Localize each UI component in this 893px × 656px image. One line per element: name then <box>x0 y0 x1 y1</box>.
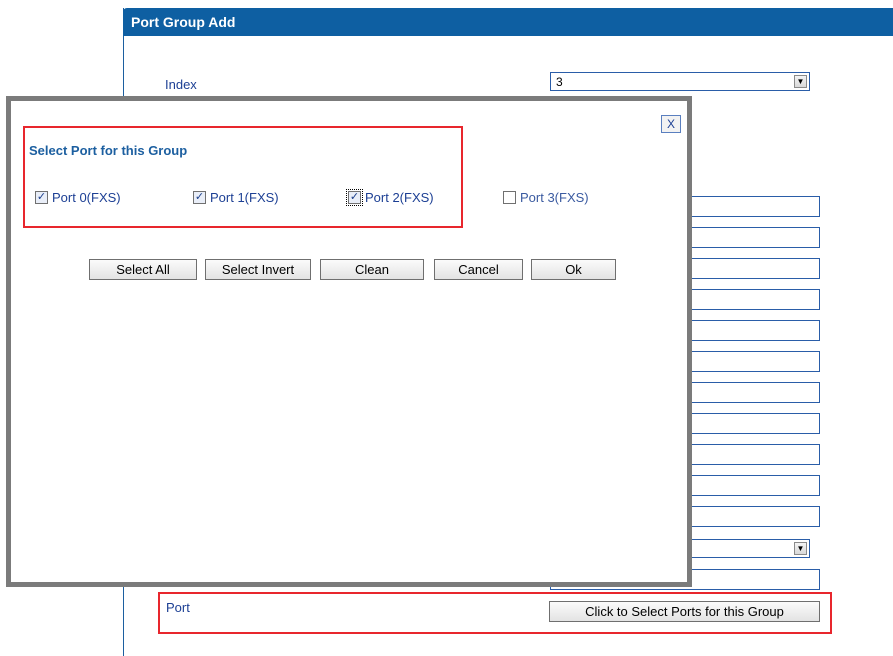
select-invert-button[interactable]: Select Invert <box>205 259 311 280</box>
port-label-3: Port 3(FXS) <box>520 190 589 205</box>
checkbox-checked-icon[interactable]: ✓ <box>193 191 206 204</box>
index-label: Index <box>165 77 197 92</box>
select-ports-button[interactable]: Click to Select Ports for this Group <box>549 601 820 622</box>
cancel-button[interactable]: Cancel <box>434 259 523 280</box>
checkbox-checked-icon[interactable]: ✓ <box>346 189 363 206</box>
port-checkbox-0[interactable]: ✓ Port 0(FXS) <box>35 190 121 205</box>
panel-header: Port Group Add <box>123 8 893 36</box>
chevron-down-icon[interactable]: ▼ <box>794 75 807 88</box>
port-checkbox-2[interactable]: ✓ Port 2(FXS) <box>346 189 434 206</box>
clean-button[interactable]: Clean <box>320 259 424 280</box>
panel-title: Port Group Add <box>131 14 236 30</box>
index-select-value: 3 <box>556 75 563 89</box>
port-selection-highlight <box>23 126 463 228</box>
port-checkbox-3[interactable]: Port 3(FXS) <box>503 190 589 205</box>
index-select[interactable]: 3 ▼ <box>550 72 810 91</box>
port-label-0: Port 0(FXS) <box>52 190 121 205</box>
port-label-1: Port 1(FXS) <box>210 190 279 205</box>
port-label: Port <box>166 600 190 615</box>
select-port-dialog: X Select Port for this Group ✓ Port 0(FX… <box>6 96 692 587</box>
chevron-down-icon[interactable]: ▼ <box>794 542 807 555</box>
ok-button[interactable]: Ok <box>531 259 616 280</box>
select-all-button[interactable]: Select All <box>89 259 197 280</box>
port-checkbox-1[interactable]: ✓ Port 1(FXS) <box>193 190 279 205</box>
checkbox-checked-icon[interactable]: ✓ <box>35 191 48 204</box>
port-label-2: Port 2(FXS) <box>365 190 434 205</box>
dialog-title: Select Port for this Group <box>29 143 188 158</box>
checkbox-unchecked-icon[interactable] <box>503 191 516 204</box>
close-button[interactable]: X <box>661 115 681 133</box>
